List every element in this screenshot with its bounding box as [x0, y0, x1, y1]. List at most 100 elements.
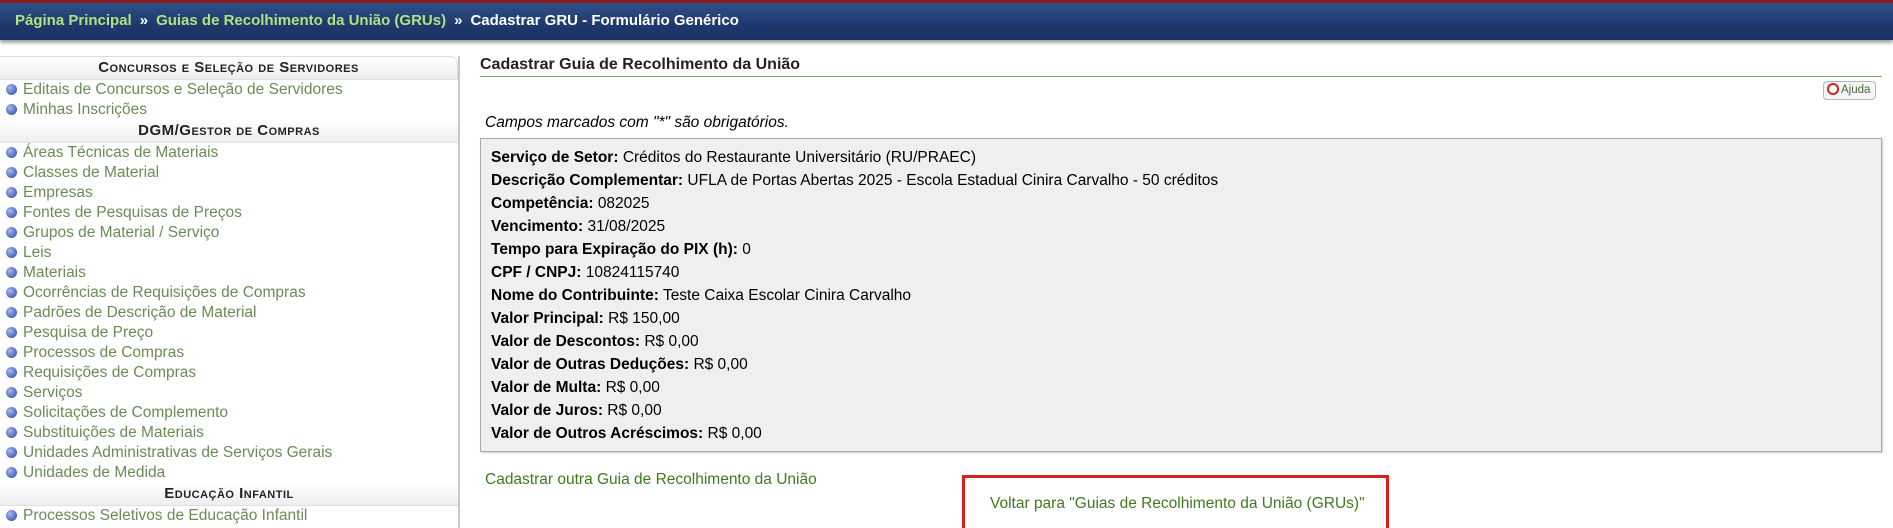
bullet-icon	[6, 387, 17, 398]
sidebar-item-label: Serviços	[23, 384, 83, 401]
sidebar-item-grupos-material[interactable]: Grupos de Material / Serviço	[0, 223, 458, 243]
required-fields-note: Campos marcados com "*" são obrigatórios…	[485, 114, 789, 131]
breadcrumb-separator: »	[454, 12, 463, 29]
detail-value: 0	[742, 241, 751, 258]
sidebar-item-unidades-medida[interactable]: Unidades de Medida	[0, 463, 458, 483]
sidebar-item-label: Editais de Concursos e Seleção de Servid…	[23, 81, 343, 98]
bullet-icon	[6, 427, 17, 438]
detail-row-valor-principal: Valor Principal: R$ 150,00	[491, 307, 1871, 330]
detail-row-competencia: Competência: 082025	[491, 192, 1871, 215]
help-button[interactable]: Ajuda	[1823, 81, 1877, 100]
detail-value: Teste Caixa Escolar Cinira Carvalho	[662, 287, 912, 304]
detail-row-outros-acrescimos: Valor de Outros Acréscimos: R$ 0,00	[491, 422, 1871, 445]
sidebar-item-areas-tecnicas[interactable]: Áreas Técnicas de Materiais	[0, 143, 458, 163]
sidebar-section-header: DGM/Gestor de Compras	[0, 120, 458, 143]
bullet-icon	[6, 510, 17, 521]
back-to-grus-link[interactable]: Voltar para "Guias de Recolhimento da Un…	[990, 495, 1365, 513]
sidebar-item-substituicoes[interactable]: Substituições de Materiais	[0, 423, 458, 443]
sidebar-item-label: Grupos de Material / Serviço	[23, 224, 220, 241]
sidebar-item-minhas-inscricoes[interactable]: Minhas Inscrições	[0, 100, 458, 120]
breadcrumb-grus-link[interactable]: Guias de Recolhimento da União (GRUs)	[156, 12, 446, 29]
detail-label: Valor de Juros:	[491, 402, 603, 419]
breadcrumb-current: Cadastrar GRU - Formulário Genérico	[470, 12, 739, 29]
bullet-icon	[6, 467, 17, 478]
sidebar-item-requisicoes-compras[interactable]: Requisições de Compras	[0, 363, 458, 383]
bullet-icon	[6, 84, 17, 95]
detail-value: R$ 0,00	[693, 356, 748, 373]
bullet-icon	[6, 307, 17, 318]
detail-row-expiracao-pix: Tempo para Expiração do PIX (h): 0	[491, 238, 1871, 261]
detail-row-contribuinte: Nome do Contribuinte: Teste Caixa Escola…	[491, 284, 1871, 307]
sidebar-item-materiais[interactable]: Materiais	[0, 263, 458, 283]
detail-value: 082025	[597, 195, 650, 212]
bullet-icon	[6, 147, 17, 158]
bullet-icon	[6, 187, 17, 198]
sidebar-item-label: Unidades Administrativas de Serviços Ger…	[23, 444, 333, 461]
sidebar-item-processos-compras[interactable]: Processos de Compras	[0, 343, 458, 363]
sidebar-menu: Concursos e Seleção de Servidores Editai…	[0, 56, 460, 528]
sidebar-item-ocorrencias[interactable]: Ocorrências de Requisições de Compras	[0, 283, 458, 303]
top-navigation-bar: Página Principal » Guias de Recolhimento d…	[0, 0, 1893, 40]
detail-row-juros: Valor de Juros: R$ 0,00	[491, 399, 1871, 422]
sidebar-item-solicitacoes-complemento[interactable]: Solicitações de Complemento	[0, 403, 458, 423]
breadcrumb: Página Principal » Guias de Recolhimento d…	[15, 12, 739, 29]
detail-row-servico: Serviço de Setor: Créditos do Restaurant…	[491, 146, 1871, 169]
detail-row-descricao: Descrição Complementar: UFLA de Portas A…	[491, 169, 1871, 192]
bullet-icon	[6, 167, 17, 178]
detail-label: Tempo para Expiração do PIX (h):	[491, 241, 738, 258]
detail-row-vencimento: Vencimento: 31/08/2025	[491, 215, 1871, 238]
detail-value: Créditos do Restaurante Universitário (R…	[622, 149, 976, 166]
sidebar-item-label: Unidades de Medida	[23, 464, 166, 481]
sidebar-item-padroes-descricao[interactable]: Padrões de Descrição de Material	[0, 303, 458, 323]
bullet-icon	[6, 367, 17, 378]
detail-label: CPF / CNPJ:	[491, 264, 582, 281]
breadcrumb-separator: »	[139, 12, 149, 29]
detail-label: Valor de Descontos:	[491, 333, 641, 350]
sidebar-item-processos-seletivos[interactable]: Processos Seletivos de Educação Infantil	[0, 506, 458, 526]
detail-label: Valor de Outras Deduções:	[491, 356, 690, 373]
sidebar-item-leis[interactable]: Leis	[0, 243, 458, 263]
detail-value: 10824115740	[585, 264, 680, 281]
sidebar-item-label: Fontes de Pesquisas de Preços	[23, 204, 242, 221]
sidebar-item-label: Minhas Inscrições	[23, 101, 148, 118]
sidebar-item-pesquisa-preco[interactable]: Pesquisa de Preço	[0, 323, 458, 343]
detail-label: Valor de Multa:	[491, 379, 602, 396]
sidebar-item-label: Leis	[23, 244, 52, 261]
sidebar-section-header: Educação Infantil	[0, 483, 458, 506]
sidebar-item-label: Materiais	[23, 264, 86, 281]
bullet-icon	[6, 347, 17, 358]
bullet-icon	[6, 447, 17, 458]
sidebar-item-label: Requisições de Compras	[23, 364, 197, 381]
sidebar-item-label: Substituições de Materiais	[23, 424, 204, 441]
help-button-label: Ajuda	[1841, 84, 1871, 96]
sidebar-section-header: Concursos e Seleção de Servidores	[0, 56, 458, 80]
bullet-icon	[6, 407, 17, 418]
bullet-icon	[6, 207, 17, 218]
bullet-icon	[6, 267, 17, 278]
detail-label: Valor Principal:	[491, 310, 604, 327]
detail-value: UFLA de Portas Abertas 2025 - Escola Est…	[687, 172, 1219, 189]
sidebar-item-label: Empresas	[23, 184, 93, 201]
detail-value: 31/08/2025	[587, 218, 666, 235]
sidebar-item-fontes-pesquisas[interactable]: Fontes de Pesquisas de Preços	[0, 203, 458, 223]
sidebar-item-servicos[interactable]: Serviços	[0, 383, 458, 403]
sidebar-item-unidades-administrativas[interactable]: Unidades Administrativas de Serviços Ger…	[0, 443, 458, 463]
bullet-icon	[6, 104, 17, 115]
detail-value: R$ 150,00	[608, 310, 680, 327]
detail-row-multa: Valor de Multa: R$ 0,00	[491, 376, 1871, 399]
bullet-icon	[6, 327, 17, 338]
page-title: Cadastrar Guia de Recolhimento da União	[480, 56, 1882, 77]
detail-value: R$ 0,00	[605, 379, 660, 396]
sidebar-item-label: Processos Seletivos de Educação Infantil	[23, 507, 308, 524]
detail-label: Serviço de Setor:	[491, 149, 619, 166]
bullet-icon	[6, 247, 17, 258]
sidebar-item-label: Solicitações de Complemento	[23, 404, 229, 421]
sidebar-item-empresas[interactable]: Empresas	[0, 183, 458, 203]
sidebar-item-classes-material[interactable]: Classes de Material	[0, 163, 458, 183]
detail-row-cpf-cnpj: CPF / CNPJ: 10824115740	[491, 261, 1871, 284]
register-another-gru-link[interactable]: Cadastrar outra Guia de Recolhimento da …	[485, 471, 817, 489]
sidebar-item-editais[interactable]: Editais de Concursos e Seleção de Servid…	[0, 80, 458, 100]
breadcrumb-home-link[interactable]: Página Principal	[15, 12, 132, 29]
detail-label: Descrição Complementar:	[491, 172, 684, 189]
bullet-icon	[6, 227, 17, 238]
